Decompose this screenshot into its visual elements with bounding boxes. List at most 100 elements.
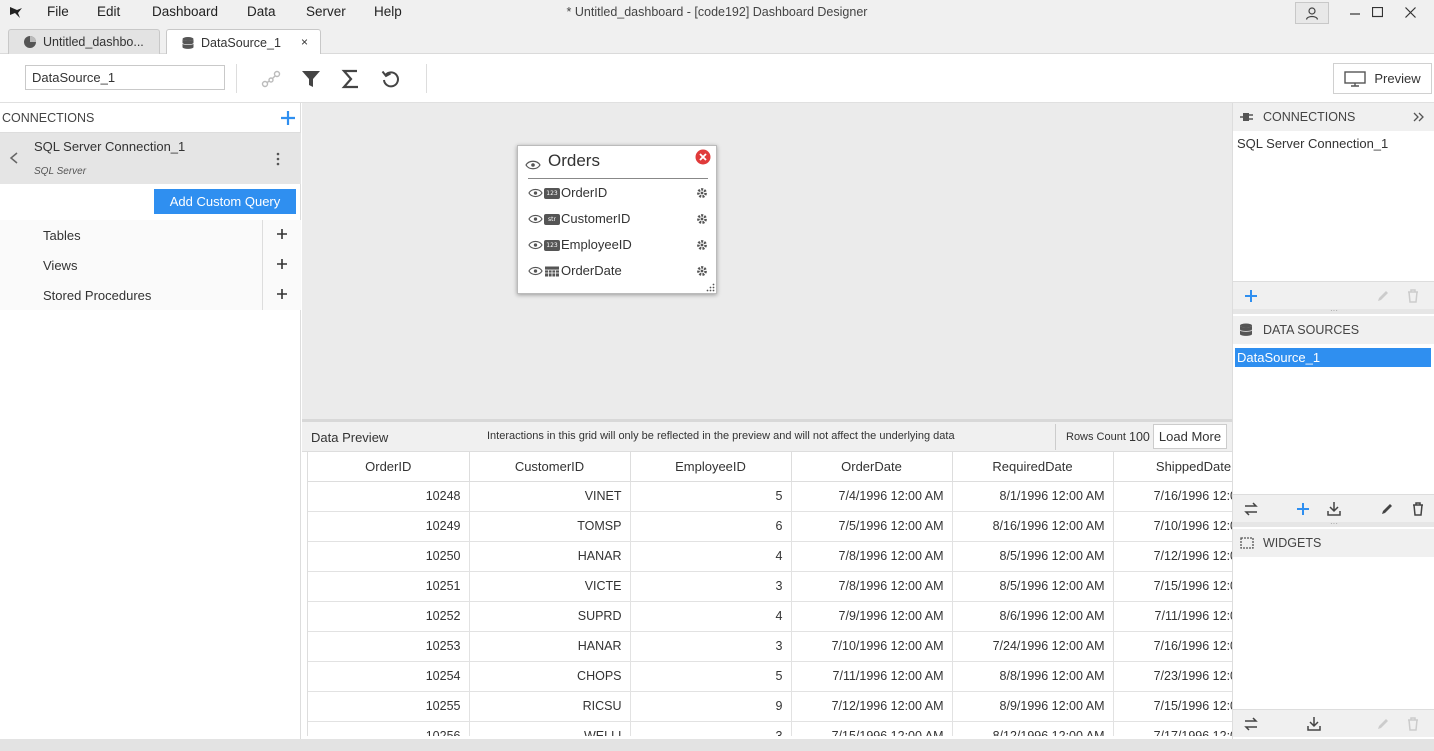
grid-cell[interactable]: 8/5/1996 12:00 AM [952,571,1114,602]
grid-cell[interactable]: 7/9/1996 12:00 AM [791,601,953,632]
grid-cell[interactable]: 8/16/1996 12:00 AM [952,511,1114,542]
grid-cell[interactable]: HANAR [469,631,631,662]
grid-cell[interactable]: 7/24/1996 12:00 AM [952,631,1114,662]
grid-cell[interactable]: 7/10/1996 12:00 AM [791,631,953,662]
trash-icon[interactable] [1410,501,1426,517]
table-row[interactable]: 10248 VINET 5 7/4/1996 12:00 AM 8/1/1996 12:… [308,481,1232,512]
table-row[interactable]: 10251 VICTE 3 7/8/1996 12:00 AM 8/5/1996 12:… [308,571,1232,602]
grid-cell[interactable]: 4 [630,601,792,632]
tab-untitled-dashboard[interactable]: Untitled_dashbo... [8,29,160,54]
collapse-panel-icon[interactable] [1413,112,1425,122]
field-row[interactable]: OrderDate [526,261,712,283]
column-header[interactable]: OrderID [308,452,470,482]
field-row[interactable]: 123 EmployeeID [526,235,712,257]
grid-cell[interactable]: VINET [469,481,631,512]
grid-cell[interactable]: 10252 [308,601,470,632]
grid-cell[interactable]: 7/8/1996 12:00 AM [791,571,953,602]
grid-cell[interactable]: 7/5/1996 12:00 AM [791,511,953,542]
more-options-icon[interactable] [273,152,283,166]
design-canvas[interactable]: Orders 123 OrderID str CustomerID 123 Em… [302,103,1232,419]
grid-cell[interactable]: 6 [630,511,792,542]
grid-cell[interactable]: 3 [630,721,792,736]
panel-splitter[interactable]: ··· [1233,307,1434,315]
add-icon[interactable] [275,227,289,241]
grid-cell[interactable]: 7/16/1996 12:00 AM [1113,481,1232,512]
connection-item[interactable]: SQL Server Connection_1 SQL Server [0,133,301,184]
panel-splitter[interactable]: ··· [1233,520,1434,528]
table-row[interactable]: 10256 WELLI 3 7/15/1996 12:00 AM 8/12/1996 1… [308,721,1232,736]
remove-table-icon[interactable] [695,149,711,165]
table-row[interactable]: 10255 RICSU 9 7/12/1996 12:00 AM 8/9/1996 12… [308,691,1232,722]
field-row[interactable]: 123 OrderID [526,183,712,205]
right-connection-item[interactable]: SQL Server Connection_1 [1237,136,1388,151]
menu-dashboard[interactable]: Dashboard [152,4,218,19]
trash-icon[interactable] [1405,288,1421,304]
edit-icon[interactable] [1379,501,1395,517]
tab-close-icon[interactable]: × [301,35,308,49]
swap-icon[interactable] [1243,716,1259,732]
grid-cell[interactable]: 8/5/1996 12:00 AM [952,541,1114,572]
field-row[interactable]: str CustomerID [526,209,712,231]
grid-cell[interactable]: 4 [630,541,792,572]
table-row[interactable]: 10249 TOMSP 6 7/5/1996 12:00 AM 8/16/1996 12… [308,511,1232,542]
grid-cell[interactable]: 10248 [308,481,470,512]
eye-icon[interactable] [528,240,543,250]
tree-item-stored-procedures[interactable]: Stored Procedures [0,280,301,310]
grid-cell[interactable]: 7/15/1996 12:00 AM [1113,691,1232,722]
import-icon[interactable] [1306,716,1322,732]
grid-cell[interactable]: 10256 [308,721,470,736]
gear-icon[interactable] [696,187,708,199]
grid-cell[interactable]: SUPRD [469,601,631,632]
grid-cell[interactable]: 8/12/1996 12:00 AM [952,721,1114,736]
filter-button[interactable] [298,66,324,92]
import-icon[interactable] [1326,501,1342,517]
grid-cell[interactable]: 8/8/1996 12:00 AM [952,661,1114,692]
close-window-button[interactable] [1395,1,1425,23]
grid-cell[interactable]: 7/11/1996 12:00 AM [1113,601,1232,632]
add-custom-query-button[interactable]: Add Custom Query [154,189,296,214]
grid-cell[interactable]: 7/11/1996 12:00 AM [791,661,953,692]
datasource-item-selected[interactable]: DataSource_1 [1235,348,1431,367]
back-chevron-icon[interactable] [9,152,19,164]
grid-cell[interactable]: 7/8/1996 12:00 AM [791,541,953,572]
table-row[interactable]: 10253 HANAR 3 7/10/1996 12:00 AM 7/24/1996 1… [308,631,1232,662]
grid-cell[interactable]: 8/6/1996 12:00 AM [952,601,1114,632]
maximize-button[interactable] [1362,1,1392,23]
eye-icon[interactable] [528,214,543,224]
grid-cell[interactable]: 10253 [308,631,470,662]
preview-button[interactable]: Preview [1333,63,1432,94]
aggregate-button[interactable] [338,66,364,92]
load-more-button[interactable]: Load More [1153,424,1227,449]
grid-cell[interactable]: VICTE [469,571,631,602]
add-icon[interactable] [275,287,289,301]
add-connection-icon[interactable] [279,109,297,127]
column-header[interactable]: OrderDate [791,452,953,482]
grid-cell[interactable]: 8/9/1996 12:00 AM [952,691,1114,722]
gear-icon[interactable] [696,213,708,225]
grid-cell[interactable]: 10249 [308,511,470,542]
grid-cell[interactable]: 5 [630,661,792,692]
gear-icon[interactable] [696,265,708,277]
column-header[interactable]: RequiredDate [952,452,1114,482]
grid-cell[interactable]: 10251 [308,571,470,602]
menu-file[interactable]: File [47,4,69,19]
tab-datasource-1[interactable]: DataSource_1 × [166,29,321,55]
relations-button[interactable] [258,66,284,92]
grid-cell[interactable]: 9 [630,691,792,722]
grid-cell[interactable]: 10250 [308,541,470,572]
resize-grip-icon[interactable] [706,283,715,292]
grid-cell[interactable]: 7/12/1996 12:00 AM [1113,541,1232,572]
table-row[interactable]: 10250 HANAR 4 7/8/1996 12:00 AM 8/5/1996 12:… [308,541,1232,572]
datasource-name-input[interactable] [25,65,225,90]
gear-icon[interactable] [696,239,708,251]
grid-cell[interactable]: 7/16/1996 12:00 AM [1113,631,1232,662]
edit-icon[interactable] [1375,288,1391,304]
grid-cell[interactable]: WELLI [469,721,631,736]
tree-item-views[interactable]: Views [0,250,301,280]
column-header[interactable]: EmployeeID [630,452,792,482]
trash-icon[interactable] [1405,716,1421,732]
menu-server[interactable]: Server [306,4,346,19]
swap-icon[interactable] [1243,501,1259,517]
grid-cell[interactable]: 10254 [308,661,470,692]
tree-item-tables[interactable]: Tables [0,220,301,250]
